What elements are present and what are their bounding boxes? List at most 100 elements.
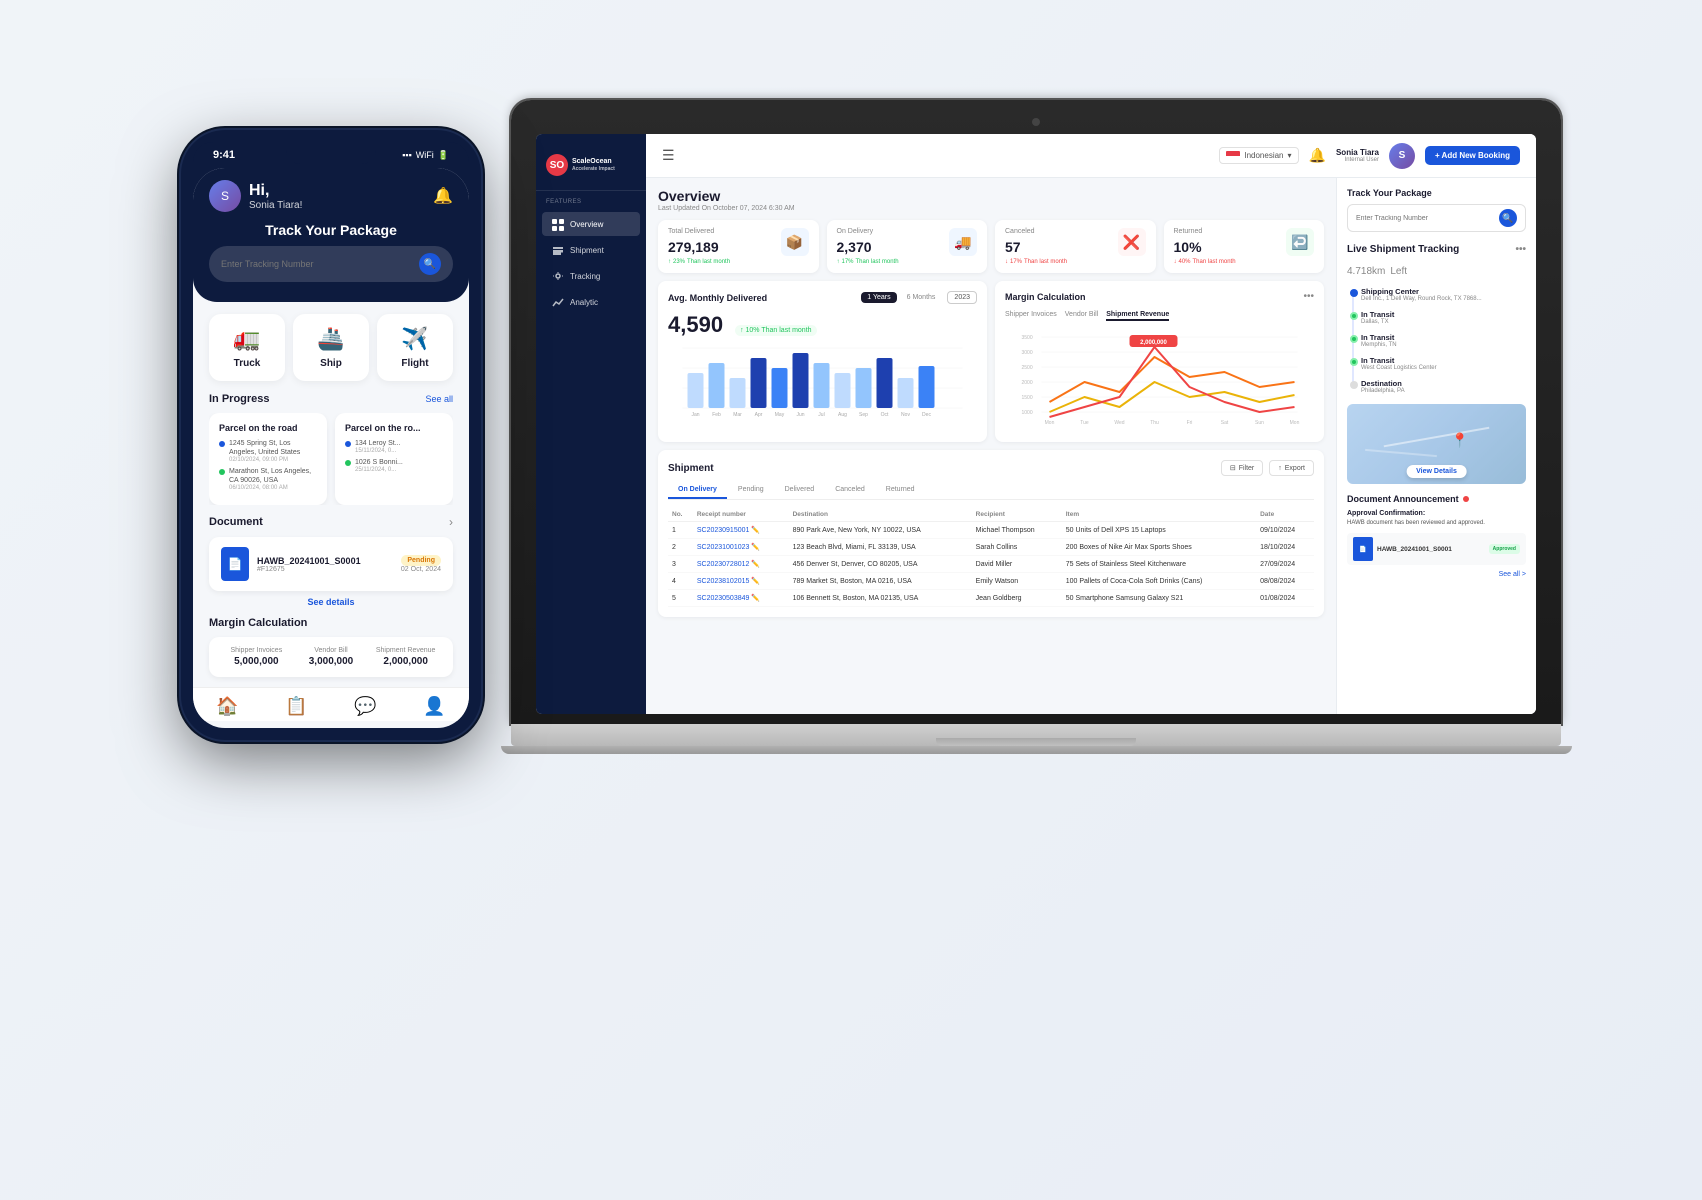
more-icon[interactable]: ••• <box>1303 291 1314 302</box>
doc-file-name: HAWB_20241001_S0001 <box>1377 546 1452 553</box>
cell-recipient: Sarah Collins <box>972 539 1062 556</box>
live-tracking-title: Live Shipment Tracking <box>1347 244 1459 255</box>
sidebar-label-analytic: Analytic <box>570 298 598 307</box>
chevron-down-icon: ▾ <box>1288 151 1292 160</box>
chart-tab-1year[interactable]: 1 Years <box>861 292 896 303</box>
cell-receipt: SC20230915001 ✏️ <box>693 522 789 539</box>
progress-card-2: Parcel on the ro... 134 Leroy St... 15/1… <box>335 413 453 505</box>
battery-icon: 🔋 <box>438 150 449 161</box>
receipt-link[interactable]: SC20230728012 <box>697 561 750 568</box>
laptop-base <box>511 724 1561 746</box>
document-title: Document <box>209 516 263 528</box>
cell-item: 100 Pallets of Coca-Cola Soft Drinks (Ca… <box>1062 573 1256 590</box>
tab-vendor-bill[interactable]: Vendor Bill <box>1065 310 1098 321</box>
receipt-link[interactable]: SC20238102015 <box>697 578 750 585</box>
tab-pending[interactable]: Pending <box>728 482 774 499</box>
svg-text:Sun: Sun <box>1255 420 1264 426</box>
see-all-docs-link[interactable]: See all > <box>1347 571 1526 578</box>
svg-text:2000: 2000 <box>1022 380 1033 386</box>
track-search[interactable]: 🔍 <box>1347 204 1526 232</box>
avg-chart-title: Avg. Monthly Delivered <box>668 293 767 303</box>
margin-title: Margin Calculation <box>209 617 307 629</box>
receipt-link[interactable]: SC20231001023 <box>697 544 750 551</box>
mobile-search-input[interactable] <box>221 259 411 269</box>
bar-chart-svg: Jan Feb Mar Apr May Jun Jul Aug <box>668 338 977 418</box>
step-sub-4: West Coast Logistics Center <box>1361 365 1526 371</box>
laptop-camera <box>1032 118 1040 126</box>
cell-receipt: SC20230503849 ✏️ <box>693 590 789 607</box>
step-dot-3 <box>1350 335 1358 343</box>
route-dot-to-1 <box>219 469 225 475</box>
view-details-button[interactable]: View Details <box>1406 465 1467 478</box>
transport-truck[interactable]: 🚛 Truck <box>209 314 285 381</box>
filter-icon: ⊟ <box>1230 464 1236 472</box>
export-icon: ↑ <box>1278 465 1282 472</box>
chart-tab-6months[interactable]: 6 Months <box>901 292 942 303</box>
sidebar-item-overview[interactable]: Overview <box>542 212 640 236</box>
col-no: No. <box>668 508 693 522</box>
doc-file: 📄 HAWB_20241001_S0001 Approved <box>1347 533 1526 565</box>
step-dot-1 <box>1350 289 1358 297</box>
mobile-nav-profile[interactable]: 👤 <box>423 696 445 717</box>
tab-shipper-invoices[interactable]: Shipper Invoices <box>1005 310 1057 321</box>
receipt-link[interactable]: SC20230503849 <box>697 595 750 602</box>
export-button[interactable]: ↑ Export <box>1269 460 1314 476</box>
page-subtitle: Last Updated On October 07, 2024 6:30 AM <box>658 205 1324 212</box>
tab-returned[interactable]: Returned <box>876 482 925 499</box>
notification-bell[interactable]: 🔔 <box>1309 147 1326 164</box>
mobile-search-button[interactable]: 🔍 <box>419 253 441 275</box>
search-button[interactable]: 🔍 <box>1499 209 1517 227</box>
receipt-link[interactable]: SC20230915001 <box>697 527 750 534</box>
stats-grid: Total Delivered 279,189 📦 ↑23%Than last … <box>658 220 1324 273</box>
sidebar-item-analytic[interactable]: Analytic <box>542 290 640 314</box>
document-name: HAWB_20241001_S0001 <box>257 556 393 566</box>
mobile-nav-bookings[interactable]: 📋 <box>285 696 307 717</box>
tab-on-delivery[interactable]: On Delivery <box>668 482 727 499</box>
see-all-link[interactable]: See all <box>425 394 453 404</box>
track-search-input[interactable] <box>1356 215 1495 222</box>
tracking-more-icon[interactable]: ••• <box>1515 244 1526 255</box>
route-to-2: 1026 S Bonni... 25/11/2024, 0... <box>345 458 443 473</box>
bell-icon[interactable]: 🔔 <box>433 186 453 206</box>
sidebar-item-tracking[interactable]: Tracking <box>542 264 640 288</box>
svg-text:3000: 3000 <box>1022 350 1033 356</box>
route-dot-from-2 <box>345 441 351 447</box>
laptop-screen: SO ScaleOcean Accelerate Impact FEATURES <box>536 134 1536 714</box>
svg-text:May: May <box>775 412 785 418</box>
svg-text:Tue: Tue <box>1080 420 1089 426</box>
tracking-timeline: Shipping Center Dell Inc., 1 Dell Way, R… <box>1347 287 1526 394</box>
mobile-nav-home[interactable]: 🏠 <box>216 696 238 717</box>
in-progress-section: In Progress See all Parcel on the road 1… <box>193 393 469 505</box>
col-receipt: Receipt number <box>693 508 789 522</box>
transport-flight[interactable]: ✈️ Flight <box>377 314 453 381</box>
svg-text:Fri: Fri <box>1187 420 1193 426</box>
cell-recipient: David Miller <box>972 556 1062 573</box>
laptop-frame: SO ScaleOcean Accelerate Impact FEATURES <box>511 100 1561 754</box>
add-booking-button[interactable]: + Add New Booking <box>1425 146 1520 165</box>
tab-shipment-revenue[interactable]: Shipment Revenue <box>1106 310 1169 321</box>
shipment-card: Shipment ⊟ Filter ↑ <box>658 450 1324 617</box>
sidebar-logo: SO ScaleOcean Accelerate Impact <box>536 146 646 191</box>
svg-text:Feb: Feb <box>712 412 721 418</box>
progress-cards-container: Parcel on the road 1245 Spring St, Los A… <box>209 413 453 505</box>
card-1-title: Parcel on the road <box>219 423 317 433</box>
filter-button[interactable]: ⊟ Filter <box>1221 460 1263 476</box>
route-to-1: Marathon St, Los Angeles, CA 90026, USA … <box>219 467 317 491</box>
route-from-text-2: 134 Leroy St... <box>355 439 401 448</box>
language-selector[interactable]: Indonesian ▾ <box>1219 147 1298 164</box>
transport-ship[interactable]: 🚢 Ship <box>293 314 369 381</box>
menu-icon[interactable]: ☰ <box>662 147 675 164</box>
mobile-nav-messages[interactable]: 💬 <box>354 696 376 717</box>
cell-date: 08/08/2024 <box>1256 573 1314 590</box>
mobile-search-bar[interactable]: 🔍 <box>209 246 453 282</box>
col-item: Item <box>1062 508 1256 522</box>
document-section: Document › 📄 HAWB_20241001_S0001 #F12675… <box>193 515 469 607</box>
svg-text:Jun: Jun <box>796 412 804 418</box>
tab-delivered[interactable]: Delivered <box>775 482 825 499</box>
step-transit-1: In Transit Dallas, TX <box>1361 310 1526 325</box>
tab-canceled[interactable]: Canceled <box>825 482 875 499</box>
see-details-link[interactable]: See details <box>209 597 453 607</box>
sidebar-item-shipment[interactable]: Shipment <box>542 238 640 262</box>
map-preview: View Details <box>1347 404 1526 484</box>
margin-shipment: Shipment Revenue 2,000,000 <box>370 647 441 667</box>
